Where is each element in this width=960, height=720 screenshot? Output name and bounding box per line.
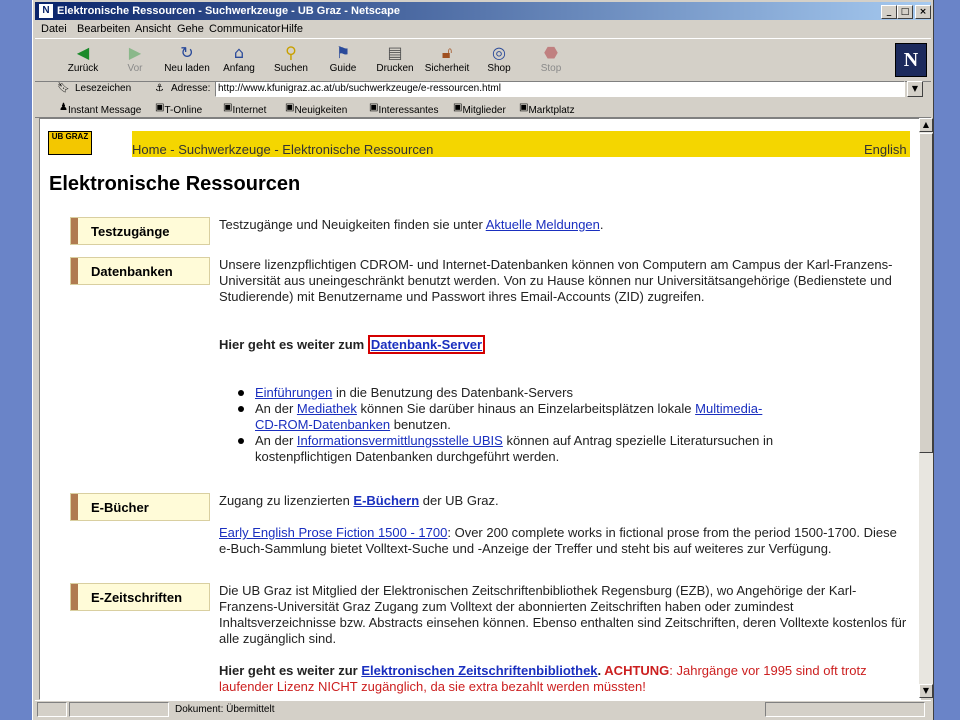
reload-button[interactable]: ↻ Neu laden — [161, 41, 213, 79]
stop-icon: ⬣ — [544, 43, 558, 62]
section-label-datenbanken: Datenbanken — [70, 257, 210, 285]
home-button[interactable]: ⌂ Anfang — [213, 41, 265, 79]
address-label: Adresse: — [171, 83, 211, 94]
address-input[interactable]: http://www.kfunigraz.ac.at/ub/suchwerkze… — [215, 81, 905, 97]
address-dropdown-arrow-icon[interactable]: ▼ — [907, 81, 923, 97]
bullet-icon — [238, 390, 244, 396]
datenbank-continue: Hier geht es weiter zum Datenbank-Server — [219, 335, 909, 354]
bullet-icon — [238, 406, 244, 412]
desktop: { "window": { "title": "Elektronische Re… — [0, 0, 960, 720]
menu-hilfe[interactable]: Hilfe — [281, 23, 303, 35]
ub-graz-logo[interactable]: UB GRAZ — [48, 131, 92, 155]
title-bar: N Elektronische Ressourcen - Suchwerkzeu… — [35, 2, 931, 20]
scroll-down-icon[interactable]: ▼ — [919, 684, 933, 698]
security-lock-icon[interactable] — [37, 702, 67, 717]
personal-item-mitglieder[interactable]: ▣ Mitglieder — [453, 102, 506, 116]
section-label-ezeitschriften: E-Zeitschriften — [70, 583, 210, 611]
personal-toolbar: ♟ Instant Message ▣ T-Online ▣ Internet … — [35, 99, 931, 118]
search-button[interactable]: ⚲ Suchen — [265, 41, 317, 79]
status-text: Dokument: Übermittelt — [175, 704, 275, 715]
menu-datei[interactable]: Datei — [41, 23, 67, 35]
datenbank-server-highlight: Datenbank-Server — [367, 335, 486, 354]
location-toolbar: 🔖︎ Lesezeichen ⚓︎ Adresse: http://www.kf… — [35, 80, 931, 98]
personal-item-neuigkeiten[interactable]: ▣ Neuigkeiten — [285, 102, 347, 116]
ubis-link[interactable]: Informationsvermittlungsstelle UBIS — [297, 433, 503, 448]
menu-ansicht[interactable]: Ansicht — [135, 23, 171, 35]
personal-item-interessantes[interactable]: ▣ Interessantes — [369, 102, 439, 116]
lock-icon: 🔓︎ — [441, 43, 453, 62]
bookmarks-button[interactable]: Lesezeichen — [75, 83, 131, 94]
breadcrumb: Home - Suchwerkzeuge - Elektronische Res… — [132, 142, 434, 157]
back-arrow-icon: ◀ — [76, 43, 90, 62]
page-proxy-icon: ⚓︎ — [155, 83, 164, 94]
maximize-button[interactable]: □ — [897, 5, 913, 19]
ebuechern-link[interactable]: E-Büchern — [353, 493, 419, 508]
forward-button[interactable]: ▶ Vor — [109, 41, 161, 79]
aktuelle-meldungen-link[interactable]: Aktuelle Meldungen — [486, 217, 600, 232]
menu-gehe[interactable]: Gehe — [177, 23, 204, 35]
testzugaenge-text: Testzugänge und Neuigkeiten finden sie u… — [219, 217, 604, 232]
shop-button[interactable]: ◎ Shop — [473, 41, 525, 79]
minimize-button[interactable]: _ — [881, 5, 897, 19]
status-bar: Dokument: Übermittelt — [35, 700, 931, 719]
security-button[interactable]: 🔓︎ Sicherheit — [421, 41, 473, 79]
einfuehrungen-link[interactable]: Einführungen — [255, 385, 332, 400]
ebuecher-text: Zugang zu lizenzierten E-Büchern der UB … — [219, 493, 499, 508]
ezeitschriften-text: Die UB Graz ist Mitglied der Elektronisc… — [219, 583, 907, 646]
section-label-ebuecher: E-Bücher — [70, 493, 210, 521]
eepf-text: Early English Prose Fiction 1500 - 1700:… — [219, 525, 897, 556]
personal-item-marktplatz[interactable]: ▣ Marktplatz — [519, 102, 575, 116]
component-bar — [765, 702, 925, 717]
warning-label: ACHTUNG — [604, 663, 670, 678]
menu-bearbeiten[interactable]: Bearbeiten — [77, 23, 130, 35]
close-button[interactable]: × — [915, 5, 931, 19]
bookmarks-icon: 🔖︎ — [57, 83, 70, 94]
navigation-toolbar: ◀ Zurück ▶ Vor ↻ Neu laden ⌂ Anfang ⚲ Suchen … — [35, 38, 931, 82]
ezb-continue: Hier geht es weiter zur Elektronischen Z… — [219, 663, 867, 694]
language-link-english[interactable]: English — [864, 142, 907, 157]
guide-button[interactable]: ⚑ Guide — [317, 41, 369, 79]
bullet-mediathek: An der Mediathek können Sie darüber hina… — [255, 401, 763, 432]
page-title: Elektronische Ressourcen — [49, 173, 301, 195]
vertical-scrollbar[interactable]: ▲ ▼ — [919, 118, 933, 698]
ezb-link[interactable]: Elektronischen Zeitschriftenbibliothek — [361, 663, 597, 678]
netscape-logo: N — [895, 43, 927, 77]
personal-item-internet[interactable]: ▣ Internet — [223, 102, 266, 116]
progress-indicator — [69, 702, 169, 717]
bullet-icon — [238, 438, 244, 444]
search-icon: ⚲ — [285, 43, 297, 62]
bullet-ubis: An der Informationsvermittlungsstelle UB… — [255, 433, 774, 464]
scroll-thumb[interactable] — [919, 133, 933, 453]
personal-item-instant-message[interactable]: ♟ Instant Message — [59, 102, 141, 116]
print-icon: ▤ — [387, 43, 403, 62]
stop-button[interactable]: ⬣ Stop — [525, 41, 577, 79]
back-button[interactable]: ◀ Zurück — [57, 41, 109, 79]
forward-arrow-icon: ▶ — [128, 43, 142, 62]
section-label-testzugaenge: Testzugänge — [70, 217, 210, 245]
bullet-einfuehrungen: Einführungen in die Benutzung des Datenb… — [255, 385, 573, 400]
mediathek-link[interactable]: Mediathek — [297, 401, 357, 416]
menu-bar: Datei Bearbeiten Ansicht Gehe Communicat… — [35, 21, 931, 38]
window-title: Elektronische Ressourcen - Suchwerkzeuge… — [57, 5, 400, 17]
scroll-up-icon[interactable]: ▲ — [919, 118, 933, 132]
guide-icon: ⚑ — [335, 43, 351, 62]
shop-icon: ◎ — [492, 43, 506, 62]
datenbank-server-link[interactable]: Datenbank-Server — [371, 337, 482, 352]
home-icon: ⌂ — [233, 43, 245, 62]
print-button[interactable]: ▤ Drucken — [369, 41, 421, 79]
eepf-link[interactable]: Early English Prose Fiction 1500 - 1700 — [219, 525, 447, 540]
netscape-icon: N — [39, 4, 53, 18]
page-viewport: UB GRAZ Home - Suchwerkzeuge - Elektroni… — [39, 118, 921, 700]
datenbanken-text: Unsere lizenzpflichtigen CDROM- und Inte… — [219, 257, 893, 304]
reload-icon: ↻ — [180, 43, 194, 62]
browser-window: N Elektronische Ressourcen - Suchwerkzeu… — [32, 0, 934, 720]
menu-communicator[interactable]: Communicator — [209, 23, 281, 35]
personal-item-t-online[interactable]: ▣ T-Online — [155, 102, 202, 116]
